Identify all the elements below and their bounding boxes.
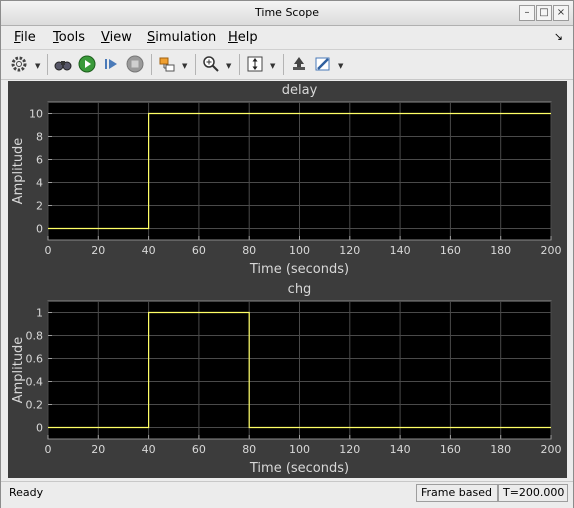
x-tick-label: 40 bbox=[142, 443, 156, 456]
x-tick-label: 100 bbox=[289, 443, 310, 456]
menu-simulation[interactable]: Simulation bbox=[147, 30, 216, 45]
x-tick-label: 200 bbox=[541, 244, 562, 257]
menu-bar: File Tools View Simulation Help ↘ bbox=[1, 26, 573, 50]
y-tick-label: 0.4 bbox=[26, 376, 44, 389]
x-tick-label: 20 bbox=[91, 443, 105, 456]
x-tick-label: 180 bbox=[490, 443, 511, 456]
minimize-button[interactable]: – bbox=[519, 5, 535, 21]
signal-select-icon[interactable] bbox=[157, 54, 177, 74]
x-tick-label: 160 bbox=[440, 443, 461, 456]
style-icon[interactable] bbox=[313, 54, 333, 74]
y-axis-label: Amplitude bbox=[11, 138, 26, 205]
scope-display: delay 0 20 40 60 80 100 120 140 160 180 200 0 2 4 6 8 10… bbox=[8, 81, 567, 478]
zoom-dropdown-icon[interactable]: ▼ bbox=[226, 62, 231, 70]
x-tick-label: 100 bbox=[289, 244, 310, 257]
scale-axes-icon[interactable] bbox=[245, 54, 265, 74]
y-tick-label: 1 bbox=[36, 307, 43, 320]
window-title: Time Scope bbox=[255, 6, 319, 19]
toolbar-separator bbox=[151, 54, 152, 75]
signal-dropdown-icon[interactable]: ▼ bbox=[182, 62, 187, 70]
x-tick-label: 0 bbox=[45, 244, 52, 257]
x-tick-label: 140 bbox=[390, 443, 411, 456]
highlight-icon[interactable] bbox=[289, 54, 309, 74]
step-forward-icon[interactable] bbox=[101, 54, 121, 74]
y-tick-label: 10 bbox=[29, 108, 43, 121]
plot-delay[interactable]: 0 20 40 60 80 100 120 140 160 180 200 0 2 4 6 8 10 Time (… bbox=[8, 81, 567, 279]
y-tick-label: 2 bbox=[36, 200, 43, 213]
x-tick-label: 160 bbox=[440, 244, 461, 257]
x-tick-label: 60 bbox=[192, 244, 206, 257]
y-tick-label: 0.8 bbox=[26, 330, 44, 343]
x-tick-label: 60 bbox=[192, 443, 206, 456]
x-tick-label: 80 bbox=[242, 443, 256, 456]
toolbar-separator bbox=[239, 54, 240, 75]
style-dropdown-icon[interactable]: ▼ bbox=[338, 62, 343, 70]
toolbar-separator bbox=[47, 54, 48, 75]
y-tick-label: 0 bbox=[36, 223, 43, 236]
plot-chg[interactable]: 0 20 40 60 80 100 120 140 160 180 200 0 0.2 0.4 0.6 0.8… bbox=[8, 280, 567, 478]
title-bar: Time Scope – □ × bbox=[1, 1, 573, 26]
x-tick-label: 180 bbox=[490, 244, 511, 257]
scale-dropdown-icon[interactable]: ▼ bbox=[270, 62, 275, 70]
x-tick-label: 0 bbox=[45, 443, 52, 456]
x-tick-label: 120 bbox=[339, 244, 360, 257]
close-button[interactable]: × bbox=[553, 5, 569, 21]
binoculars-icon[interactable] bbox=[53, 54, 73, 74]
x-tick-label: 120 bbox=[339, 443, 360, 456]
toolbar-separator bbox=[195, 54, 196, 75]
y-tick-label: 8 bbox=[36, 131, 43, 144]
toolbar-separator bbox=[283, 54, 284, 75]
y-tick-label: 0.6 bbox=[26, 353, 44, 366]
zoom-in-icon[interactable] bbox=[201, 54, 221, 74]
status-text: Ready bbox=[9, 486, 44, 499]
y-tick-label: 0.2 bbox=[26, 399, 44, 412]
menu-tools[interactable]: Tools bbox=[53, 30, 85, 45]
dock-arrow-icon[interactable]: ↘ bbox=[554, 30, 563, 43]
toolbar: ▼ ▼ ▼ ▼ ▼ bbox=[1, 50, 573, 80]
x-tick-label: 40 bbox=[142, 244, 156, 257]
status-mode: Frame based bbox=[416, 484, 498, 502]
status-time: T=200.000 bbox=[498, 484, 568, 502]
y-tick-label: 0 bbox=[36, 422, 43, 435]
maximize-button[interactable]: □ bbox=[536, 5, 552, 21]
run-icon[interactable] bbox=[77, 54, 97, 74]
x-tick-label: 140 bbox=[390, 244, 411, 257]
x-axis-label: Time (seconds) bbox=[249, 262, 349, 277]
stop-icon[interactable] bbox=[125, 54, 145, 74]
x-axis-label: Time (seconds) bbox=[249, 461, 349, 476]
menu-file[interactable]: File bbox=[14, 30, 36, 45]
status-bar: Ready Frame based T=200.000 bbox=[1, 481, 573, 508]
gear-icon[interactable] bbox=[9, 54, 29, 74]
x-tick-label: 80 bbox=[242, 244, 256, 257]
settings-dropdown-icon[interactable]: ▼ bbox=[35, 62, 40, 70]
x-tick-label: 200 bbox=[541, 443, 562, 456]
menu-help[interactable]: Help bbox=[228, 30, 258, 45]
y-axis-label: Amplitude bbox=[11, 337, 26, 404]
time-scope-window: Time Scope – □ × File Tools View Simulat… bbox=[0, 0, 574, 508]
y-tick-label: 6 bbox=[36, 154, 43, 167]
y-tick-label: 4 bbox=[36, 177, 43, 190]
x-tick-label: 20 bbox=[91, 244, 105, 257]
menu-view[interactable]: View bbox=[101, 30, 132, 45]
